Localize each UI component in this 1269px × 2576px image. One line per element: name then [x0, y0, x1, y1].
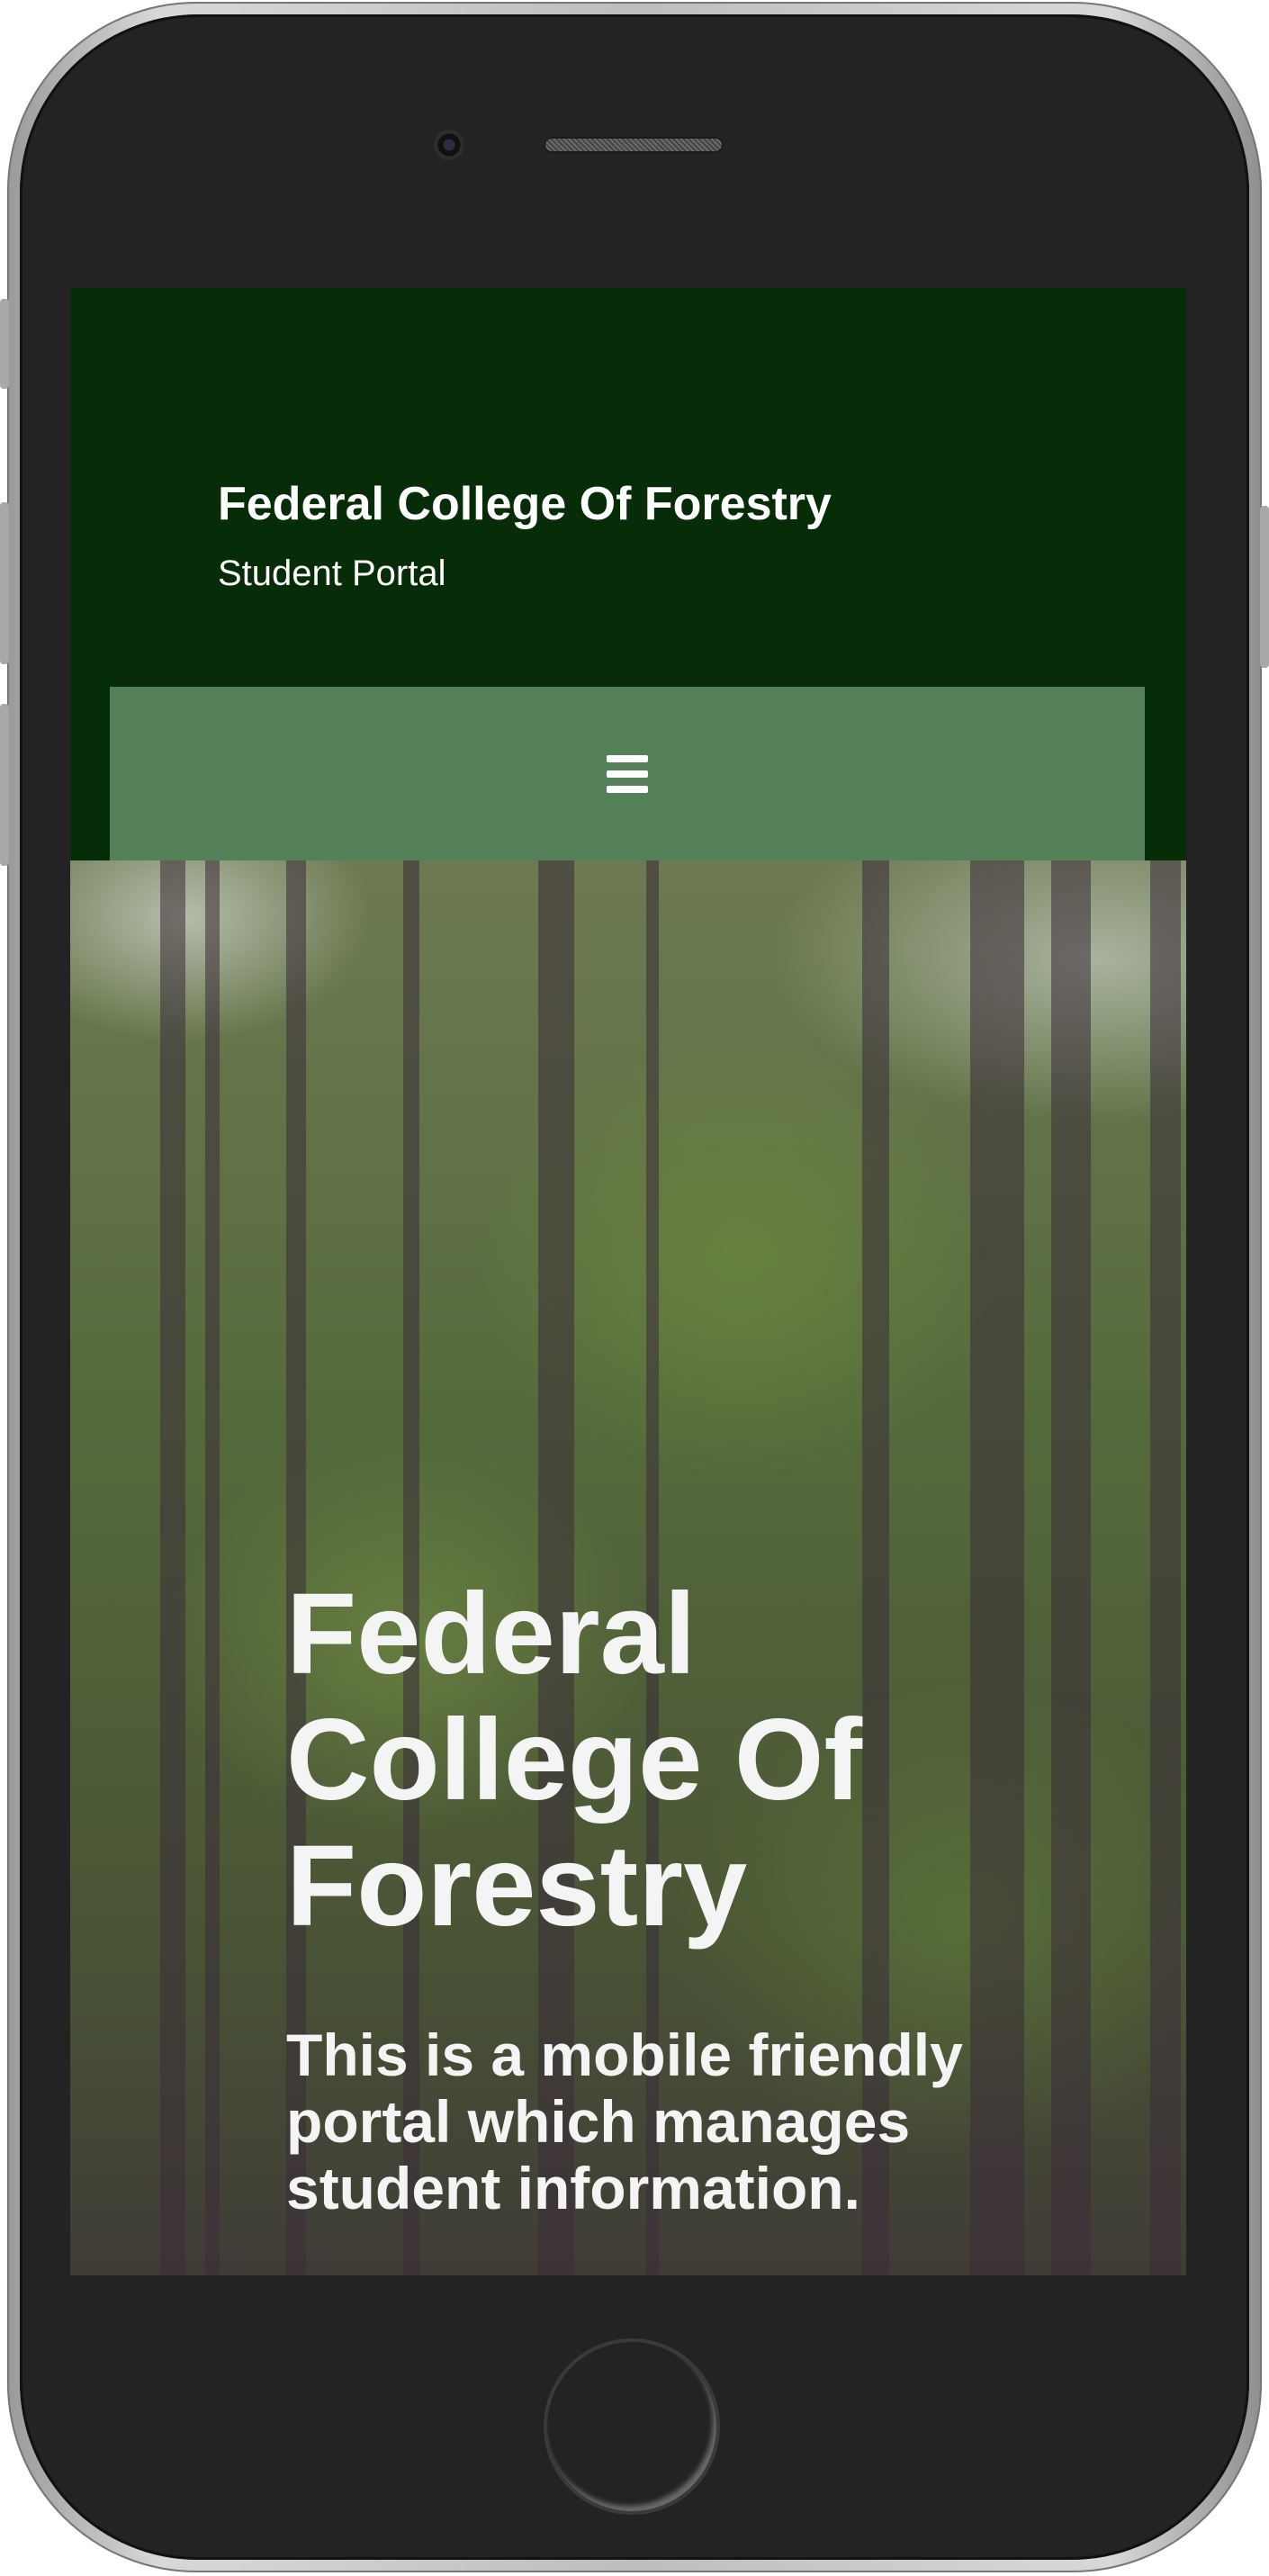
- front-camera: [434, 130, 464, 160]
- site-title[interactable]: Federal College Of Forestry: [218, 475, 832, 533]
- home-button[interactable]: [544, 2338, 720, 2515]
- forest-tree-trunk: [1150, 860, 1181, 2275]
- hero-section: Federal College Of Forestry This is a mo…: [70, 860, 1186, 2275]
- forest-tree-trunk: [1051, 860, 1091, 2275]
- phone-volume-up-button: [0, 502, 9, 664]
- earpiece-speaker: [544, 137, 724, 153]
- menu-icon-line: [607, 770, 648, 778]
- site-header: Federal College Of Forestry Student Port…: [70, 288, 1186, 860]
- hero-title: Federal College Of Forestry: [286, 1570, 863, 1950]
- phone-volume-down-button: [0, 704, 9, 866]
- site-subtitle: Student Portal: [218, 554, 446, 593]
- hero-subtitle: This is a mobile friendly portal which m…: [286, 2022, 963, 2221]
- phone-mute-switch: [0, 299, 9, 389]
- phone-power-button: [1260, 506, 1269, 668]
- forest-tree-trunk: [160, 860, 185, 2275]
- menu-icon-line: [607, 754, 648, 762]
- nav-menu-bar[interactable]: [110, 687, 1145, 860]
- phone-screen: Federal College Of Forestry Student Port…: [70, 288, 1186, 2275]
- menu-icon-line: [607, 785, 648, 793]
- hamburger-menu-icon[interactable]: [607, 754, 648, 793]
- forest-tree-trunk: [205, 860, 220, 2275]
